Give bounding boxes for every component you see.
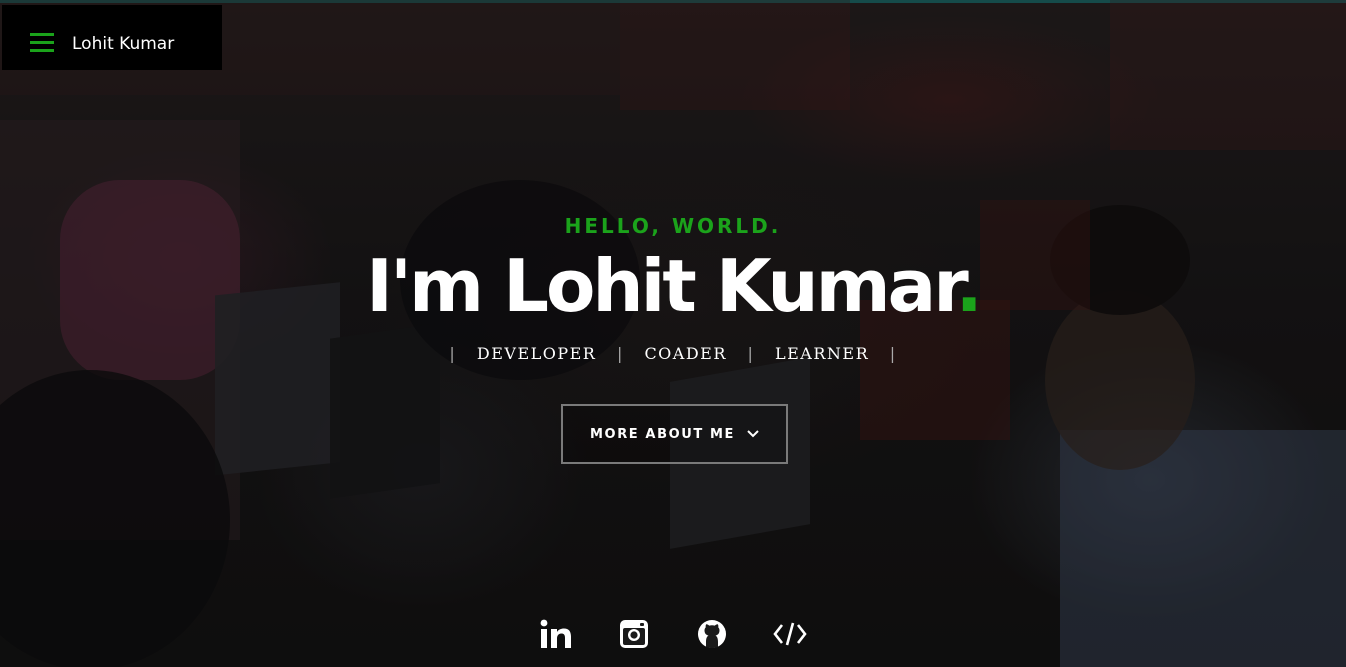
hero-section: Lohit Kumar HELLO, WORLD. I'm Lohit Kuma… [0, 0, 1346, 667]
headline-dot: . [955, 244, 982, 328]
brand-name[interactable]: Lohit Kumar [72, 33, 174, 55]
top-navbar: Lohit Kumar [2, 5, 222, 70]
hero-greeting: HELLO, WORLD. [564, 214, 782, 238]
github-icon[interactable] [693, 615, 731, 653]
roles-list: | DEVELOPER | COADER | LEARNER | [0, 342, 1346, 366]
social-links [0, 615, 1346, 653]
more-about-me-button[interactable]: MORE ABOUT ME [561, 404, 788, 464]
role-separator: | [747, 344, 755, 363]
hero-headline: I'm Lohit Kumar. [0, 236, 1346, 336]
role-item: COADER [644, 344, 727, 363]
chevron-down-icon [747, 427, 759, 442]
linkedin-icon[interactable] [537, 615, 575, 653]
role-item: DEVELOPER [476, 344, 597, 363]
more-about-me-label: MORE ABOUT ME [590, 426, 735, 442]
code-icon[interactable] [771, 615, 809, 653]
role-item: LEARNER [774, 344, 870, 363]
role-separator: | [616, 344, 624, 363]
role-separator: | [449, 344, 457, 363]
hamburger-menu-icon[interactable] [30, 33, 56, 53]
headline-text: I'm Lohit Kumar [366, 244, 958, 328]
role-separator: | [889, 344, 897, 363]
instagram-icon[interactable] [615, 615, 653, 653]
